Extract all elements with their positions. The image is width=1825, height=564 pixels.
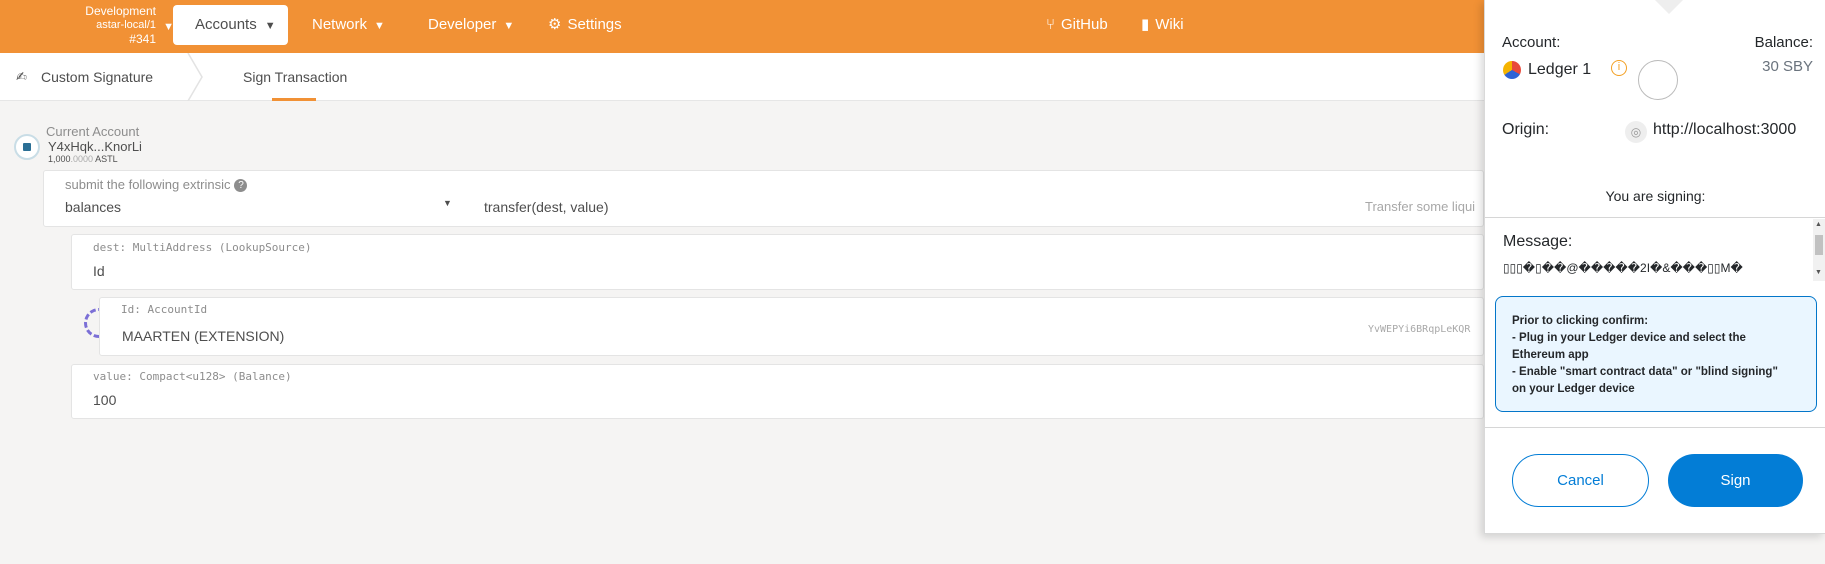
chevron-down-icon: ▼: [374, 20, 385, 32]
nav-accounts[interactable]: Accounts ▼: [173, 5, 288, 45]
id-account-address: YvWEPYi6BRqpLeKQR: [1368, 324, 1471, 335]
extrinsic-label: submit the following extrinsic?: [65, 177, 248, 192]
sign-button[interactable]: Sign: [1668, 454, 1803, 507]
nav-developer-label: Developer: [428, 16, 497, 33]
chevron-down-icon: ▼: [264, 20, 276, 32]
chain-name: Development: [85, 4, 156, 18]
id-field[interactable]: Id: AccountId MAARTEN (EXTENSION) YvWEPY…: [99, 297, 1484, 356]
message-scrollbar[interactable]: ▲ ▼: [1813, 219, 1825, 281]
avatar: [14, 134, 40, 160]
chevron-down-icon[interactable]: ▼: [443, 198, 452, 208]
nav-developer[interactable]: Developer ▼: [428, 0, 514, 53]
signing-heading: You are signing:: [1605, 188, 1706, 204]
call-description: Transfer some liqui: [1365, 199, 1476, 214]
gear-icon: ⚙: [548, 16, 562, 33]
id-label: Id: AccountId: [121, 303, 208, 316]
breadcrumb-separator: [187, 53, 203, 101]
nav-github[interactable]: ⑂ GitHub: [1046, 0, 1108, 53]
nav-network[interactable]: Network ▼: [312, 0, 385, 53]
current-account-label: Current Account: [46, 124, 140, 139]
notice-line-2: Ethereum app: [1512, 349, 1589, 361]
account-address: Y4xHqk...KnorLi: [48, 139, 142, 154]
extrinsic-panel: submit the following extrinsic? balances…: [43, 170, 1484, 227]
nav-network-label: Network: [312, 16, 368, 33]
notice-line-1: - Plug in your Ledger device and select …: [1512, 332, 1746, 344]
notice-title: Prior to clicking confirm:: [1512, 315, 1649, 327]
value-label: value: Compact<u128> (Balance): [93, 370, 292, 383]
divider: [1485, 217, 1825, 218]
notice-line-4: on your Ledger device: [1512, 383, 1635, 395]
chain-selector[interactable]: Development astar-local/1 #341 ▼: [58, 4, 174, 46]
globe-icon: ◎: [1625, 121, 1647, 143]
active-tab-indicator: [272, 98, 316, 101]
account-avatar: [1638, 60, 1678, 100]
message-content: ▯▯▯�▯��@�����2I�&���▯▯M�: [1503, 261, 1743, 275]
signature-request-popup: Account: Balance: Ledger 1 i 30 SBY Orig…: [1484, 0, 1825, 534]
nav-settings[interactable]: ⚙ Settings: [548, 0, 622, 53]
pallet-select[interactable]: balances: [65, 199, 121, 215]
extrinsic-label-text: submit the following extrinsic: [65, 177, 231, 192]
message-label: Message:: [1503, 233, 1573, 250]
scroll-up-icon[interactable]: ▲: [1815, 221, 1822, 228]
cancel-button[interactable]: Cancel: [1512, 454, 1649, 507]
notice-line-3: - Enable "smart contract data" or "blind…: [1512, 366, 1778, 378]
tab-custom-signature[interactable]: Custom Signature: [41, 53, 153, 101]
call-select[interactable]: transfer(dest, value): [484, 199, 609, 215]
dest-label: dest: MultiAddress (LookupSource): [93, 241, 312, 254]
nav-wiki[interactable]: ▮ Wiki: [1141, 0, 1184, 53]
balance-unit: ASTL: [95, 154, 118, 164]
origin-label: Origin:: [1502, 121, 1550, 138]
tab-sign-transaction[interactable]: Sign Transaction: [243, 53, 347, 101]
book-icon: ▮: [1141, 16, 1150, 33]
account-label: Account:: [1502, 34, 1561, 51]
nav-wiki-label: Wiki: [1155, 16, 1184, 33]
scroll-down-icon[interactable]: ▼: [1815, 269, 1822, 276]
balance-value: 30 SBY: [1762, 58, 1813, 75]
id-account-select[interactable]: MAARTEN (EXTENSION): [122, 328, 284, 344]
scrollbar-thumb[interactable]: [1815, 235, 1823, 255]
dest-field[interactable]: dest: MultiAddress (LookupSource) Id: [71, 234, 1484, 290]
signature-icon: ✍: [16, 69, 27, 84]
divider: [1485, 427, 1825, 428]
block-number: #341: [129, 32, 156, 46]
nav-settings-label: Settings: [567, 16, 622, 33]
origin-url: http://localhost:3000: [1653, 121, 1797, 138]
balance-decimals: .0000: [70, 154, 94, 164]
account-balance: 1,000.0000 ASTL: [48, 154, 118, 164]
message-box[interactable]: Message: ▯▯▯�▯��@�����2I�&���▯▯M�: [1499, 219, 1809, 281]
value-field[interactable]: value: Compact<u128> (Balance) 100: [71, 364, 1484, 419]
git-branch-icon: ⑂: [1046, 16, 1056, 33]
dest-type-select[interactable]: Id: [93, 263, 105, 279]
balance-main: 1,000: [48, 154, 71, 164]
account-name: Ledger 1: [1528, 61, 1592, 78]
help-icon[interactable]: ?: [234, 179, 248, 192]
value-input[interactable]: 100: [93, 392, 116, 408]
nav-github-label: GitHub: [1061, 16, 1108, 33]
balance-label: Balance:: [1754, 34, 1813, 51]
info-icon[interactable]: i: [1611, 60, 1627, 76]
ledger-notice: Prior to clicking confirm: - Plug in you…: [1495, 296, 1817, 412]
chain-node: astar-local/1: [96, 19, 156, 31]
ledger-account-icon: [1503, 61, 1521, 79]
chevron-down-icon: ▼: [503, 20, 515, 32]
nav-accounts-label: Accounts: [195, 16, 257, 33]
popup-notch: [1655, 0, 1683, 14]
